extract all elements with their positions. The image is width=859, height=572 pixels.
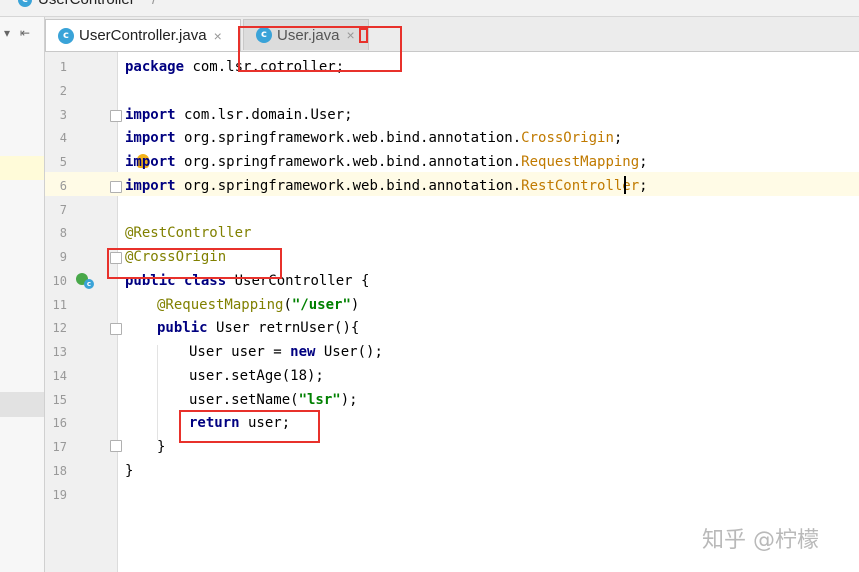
line-number: 16: [52, 416, 67, 430]
line-number: 7: [59, 203, 67, 217]
line-number: 12: [52, 321, 67, 335]
code-text: }: [157, 439, 166, 455]
string-literal: "lsr": [298, 392, 341, 408]
keyword: import: [125, 178, 176, 194]
line-number: 10: [52, 274, 67, 288]
breadcrumb-separator: /: [152, 0, 156, 8]
code-text: org.springframework.web.bind.annotation.: [175, 178, 522, 194]
class-name: RestController: [521, 178, 640, 194]
code-text: ;: [613, 130, 623, 146]
chevron-down-icon[interactable]: ▾: [4, 26, 10, 40]
code-text: com.lsr.domain.User;: [175, 107, 353, 123]
code-line-3: import com.lsr.domain.User;: [125, 107, 353, 123]
left-panel-highlight: [0, 156, 44, 180]
fold-icon[interactable]: [110, 110, 122, 122]
left-panel-selection: [0, 392, 44, 417]
keyword: new: [290, 344, 316, 360]
code-line-14: user.setAge(18);: [189, 368, 324, 384]
line-number: 4: [59, 131, 67, 145]
line-number: 3: [59, 108, 67, 122]
tab-usercontroller[interactable]: c UserController.java ×: [45, 19, 241, 51]
line-number: 1: [59, 60, 67, 74]
code-line-5: import org.springframework.web.bind.anno…: [125, 154, 648, 170]
collapse-icon[interactable]: ⇤: [20, 26, 30, 40]
code-line-12: public User retrnUser(){: [157, 320, 359, 336]
fold-icon[interactable]: [110, 181, 122, 193]
highlight-box-user-tab: [238, 26, 402, 72]
line-number: 14: [52, 369, 67, 383]
code-text: );: [340, 392, 358, 408]
annotation: @RequestMapping: [157, 297, 284, 313]
class-icon: c: [18, 0, 32, 7]
line-number: 19: [52, 488, 67, 502]
highlight-box-return: [179, 410, 320, 443]
code-text: ;: [639, 178, 648, 194]
code-text: (: [283, 297, 292, 313]
code-text: User retrnUser(){: [207, 320, 360, 336]
class-name: RequestMapping: [521, 154, 640, 170]
watermark: 知乎 @柠檬: [702, 528, 819, 553]
editor-tab-bar: c UserController.java × c User.java ×: [45, 17, 859, 52]
code-text: ): [350, 297, 360, 313]
code-line-15: user.setName("lsr");: [189, 392, 358, 408]
code-line-11: @RequestMapping("/user"): [157, 297, 359, 313]
code-line-4: import org.springframework.web.bind.anno…: [125, 130, 622, 146]
code-text: }: [125, 463, 134, 479]
text-caret: [624, 176, 626, 194]
fold-icon[interactable]: [110, 323, 122, 335]
code-line-18: }: [125, 463, 133, 479]
class-name: CrossOrigin: [521, 130, 614, 146]
line-number: 8: [59, 226, 67, 240]
code-text: User();: [315, 344, 383, 360]
code-line-13: User user = new User();: [189, 344, 383, 360]
code-text: user.setName(: [189, 392, 299, 408]
line-number: 9: [59, 250, 67, 264]
line-number: 6: [59, 179, 67, 193]
line-number: 18: [52, 464, 67, 478]
line-number: 11: [52, 298, 67, 312]
code-text: ;: [639, 154, 648, 170]
breadcrumb: c UserController /: [0, 0, 859, 17]
tab-label: UserController.java: [79, 27, 207, 44]
line-number: 17: [52, 440, 67, 454]
code-text: User user =: [189, 344, 291, 360]
line-number: 5: [59, 155, 67, 169]
code-text: org.springframework.web.bind.annotation.: [175, 130, 522, 146]
code-line-6: import org.springframework.web.bind.anno…: [125, 178, 648, 194]
breadcrumb-class[interactable]: UserController: [38, 0, 135, 8]
line-number: 15: [52, 393, 67, 407]
keyword: import: [125, 130, 176, 146]
keyword: import: [125, 107, 176, 123]
keyword: package: [125, 59, 185, 75]
highlight-box-crossorigin: [107, 248, 282, 279]
annotation: @RestController: [125, 225, 252, 241]
close-icon[interactable]: ×: [214, 28, 222, 44]
class-icon: c: [84, 279, 94, 289]
code-text: org.springframework.web.bind.annotation.: [175, 154, 522, 170]
code-line-17: }: [157, 439, 165, 455]
left-tool-panel: ▾ ⇤: [0, 17, 45, 572]
code-line-8: @RestController: [125, 225, 251, 241]
string-literal: "/user": [291, 297, 351, 313]
keyword: public: [157, 320, 208, 336]
line-number: 2: [59, 84, 67, 98]
line-number: 13: [52, 345, 67, 359]
class-icon: c: [58, 27, 74, 44]
indent-guide: [157, 345, 158, 440]
code-text: user.setAge(18);: [189, 368, 324, 384]
fold-icon[interactable]: [110, 440, 122, 452]
highlight-marker: [359, 28, 368, 43]
keyword: import: [125, 154, 176, 170]
